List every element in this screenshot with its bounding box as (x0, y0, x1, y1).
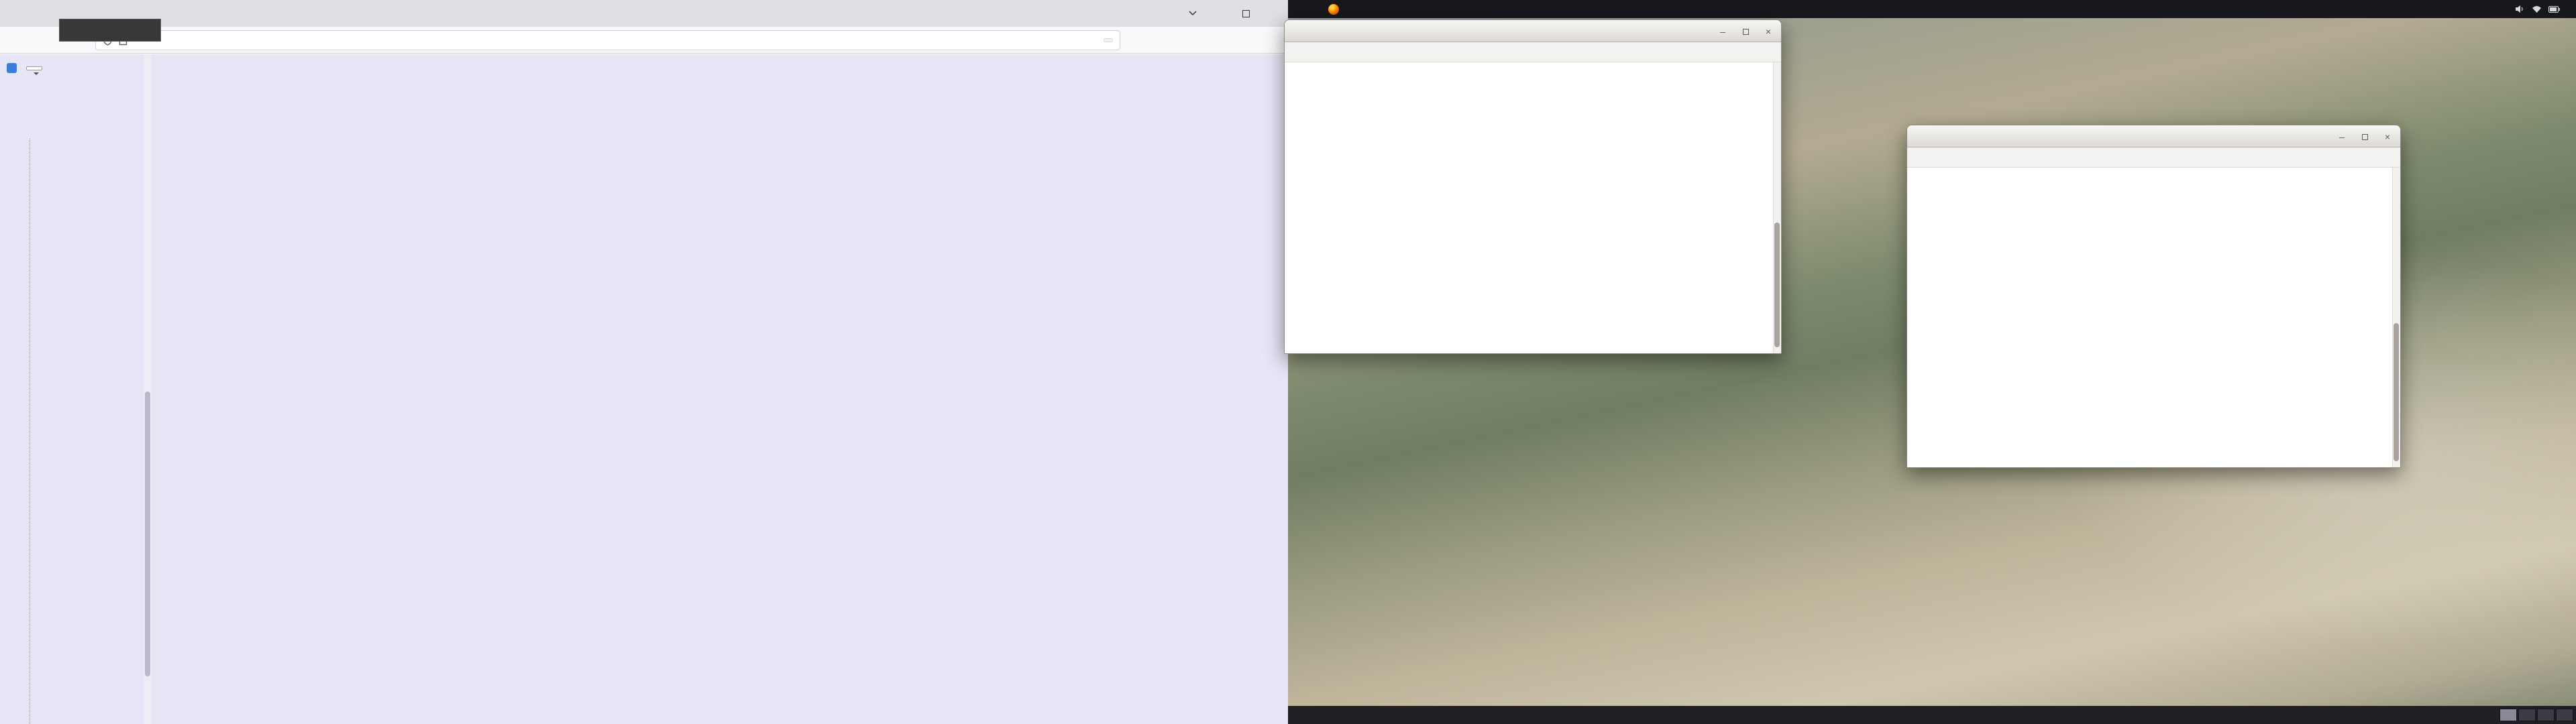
workspace-1[interactable] (2500, 709, 2517, 721)
monitoring-checkbox[interactable] (7, 63, 17, 73)
sidebar-scrollbar[interactable] (144, 54, 151, 724)
browser-tab-bar (0, 0, 1288, 27)
terminal1-menubar (1285, 42, 1781, 62)
left-monitor-firefox-window (0, 0, 1288, 724)
new-tab-button[interactable] (0, 3, 21, 24)
close-button[interactable]: × (2381, 131, 2394, 142)
terminal-window-carme-sort[interactable]: – × (1907, 125, 2401, 468)
workspace-3[interactable] (2537, 709, 2555, 721)
right-monitor-desktop: – × – × (1288, 0, 2576, 724)
terminal1-output[interactable] (1285, 62, 1781, 353)
maximize-button[interactable] (1232, 0, 1260, 27)
desktop-root: – × – × (0, 0, 2576, 724)
terminal2-scrollbar[interactable] (2392, 168, 2400, 467)
list-all-tabs-icon[interactable] (1182, 3, 1203, 24)
terminal2-scrollbar-thumb[interactable] (2394, 323, 2399, 461)
minimize-button[interactable]: – (2336, 131, 2348, 142)
places-menu[interactable] (1304, 0, 1320, 18)
window-controls (1203, 0, 1288, 27)
terminal1-window-controls: – × (1717, 20, 1774, 42)
hamburger-menu-icon[interactable] (1151, 29, 1174, 52)
url-bar[interactable] (95, 30, 1120, 50)
maximize-icon (1242, 10, 1250, 17)
terminal2-titlebar[interactable]: – × (1907, 125, 2400, 147)
applications-menu[interactable] (1288, 0, 1304, 18)
terminal1-scrollbar-thumb[interactable] (1774, 223, 1780, 348)
workspace-4[interactable] (2556, 709, 2573, 721)
terminal1-scrollbar[interactable] (1773, 62, 1781, 353)
workspace-switcher (2500, 709, 2573, 721)
back-button[interactable] (4, 29, 27, 52)
volume-icon[interactable] (2515, 5, 2525, 13)
network-icon[interactable] (2532, 5, 2542, 13)
zoom-level-badge[interactable] (1104, 38, 1113, 42)
workspace-2[interactable] (2518, 709, 2536, 721)
grid-layout-select[interactable] (26, 66, 42, 70)
firefox-launcher[interactable] (1320, 0, 1347, 18)
forward-button[interactable] (31, 29, 54, 52)
battery-icon[interactable] (2548, 6, 2560, 13)
maximize-button[interactable] (2359, 131, 2371, 142)
minimize-button[interactable]: – (1717, 26, 1729, 37)
maximize-button[interactable] (1739, 26, 1752, 37)
jsroot-page (0, 54, 1288, 724)
close-button[interactable]: × (1762, 26, 1774, 37)
sidebar-scrollbar-thumb[interactable] (145, 391, 150, 676)
extensions-overflow-button[interactable] (1124, 29, 1147, 52)
terminal2-output[interactable] (1907, 168, 2400, 467)
firefox-icon (1328, 4, 1339, 15)
tab-tooltip (59, 19, 161, 42)
terminal2-menubar (1907, 147, 2400, 168)
terminal-window-tapedata[interactable]: – × (1284, 19, 1782, 354)
browser-navigation-bar (0, 27, 1288, 54)
minimize-button[interactable] (1203, 0, 1232, 27)
status-icon-tray (2515, 5, 2560, 13)
terminal2-window-controls: – × (2336, 125, 2394, 147)
window-list-taskbar (1288, 706, 2576, 724)
terminal1-titlebar[interactable]: – × (1285, 20, 1781, 42)
root-canvas-grid (151, 54, 1288, 724)
gnome-top-bar (1288, 0, 2576, 18)
